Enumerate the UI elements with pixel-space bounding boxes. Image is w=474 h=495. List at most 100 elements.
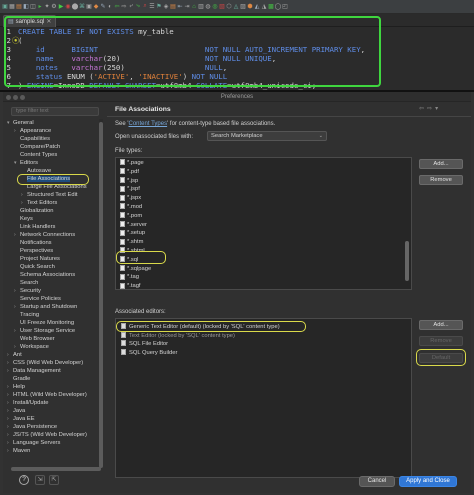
editor-item[interactable]: Text Editor (locked by 'SQL' content typ… xyxy=(121,331,235,340)
toolbar-icon[interactable]: ◎ xyxy=(212,3,218,11)
content-types-link[interactable]: Content Types xyxy=(129,121,168,127)
toolbar-icon[interactable]: ◧ xyxy=(23,3,29,11)
toolbar-icon[interactable]: ⚑ xyxy=(156,3,162,11)
file-type-item[interactable]: *.setup xyxy=(120,229,145,237)
add-file-type-button[interactable]: Add... xyxy=(419,159,463,169)
tree-item[interactable]: › Language Servers xyxy=(7,439,99,447)
tree-item[interactable]: › Appearance xyxy=(7,127,99,135)
toolbar-icon[interactable]: ⌘ xyxy=(79,3,85,11)
file-type-item[interactable]: *.pom xyxy=(120,212,142,220)
tree-item[interactable]: Globalization xyxy=(7,207,99,215)
file-type-item[interactable]: *.shtm xyxy=(120,238,143,246)
tree-item[interactable]: › Java EE xyxy=(7,415,99,423)
tree-hscrollbar[interactable] xyxy=(11,467,101,471)
cancel-button[interactable]: Cancel xyxy=(359,476,395,487)
tree-item[interactable]: ▾ Editors xyxy=(7,159,99,167)
filter-input[interactable]: type filter text xyxy=(11,107,99,116)
tree-item[interactable]: › Network Connections xyxy=(7,231,99,239)
close-window-button[interactable] xyxy=(6,95,11,100)
tree-scrollbar-thumb[interactable] xyxy=(99,122,103,468)
tree-item[interactable]: › JS/TS (Wild Web Developer) xyxy=(7,431,99,439)
toolbar-icon[interactable]: ▣ xyxy=(2,3,8,11)
tree-item[interactable]: UI Freeze Monitoring xyxy=(7,319,99,327)
tree-item[interactable]: › Maven xyxy=(7,447,99,455)
tree-item[interactable]: › Startup and Shutdown xyxy=(7,303,99,311)
tree-item[interactable]: › Structured Text Edit xyxy=(7,191,99,199)
file-type-item[interactable]: *.mod xyxy=(120,203,142,211)
add-editor-button[interactable]: Add... xyxy=(419,320,463,330)
tree-item[interactable]: Web Browser xyxy=(7,335,99,343)
tree-item[interactable]: Compare/Patch xyxy=(7,143,99,151)
file-type-item[interactable]: *.tag xyxy=(120,273,139,281)
toolbar-icon[interactable]: ⚙ xyxy=(51,3,57,11)
toolbar-icon[interactable]: ⇤ xyxy=(177,3,183,11)
toolbar-icon[interactable]: ◯ xyxy=(275,3,282,11)
export-icon[interactable]: ⇱ xyxy=(49,475,59,485)
toolbar-icon[interactable]: ▤ xyxy=(16,3,22,11)
toolbar-icon[interactable]: ⬢ xyxy=(247,3,253,11)
toolbar-icon[interactable]: ◬ xyxy=(233,3,239,11)
tree-item[interactable]: › Java xyxy=(7,407,99,415)
associated-editors-list[interactable]: Generic Text Editor (default) (locked by… xyxy=(115,318,412,478)
toolbar-icon[interactable]: ▨ xyxy=(240,3,246,11)
file-type-item[interactable]: *.page xyxy=(120,159,144,167)
toolbar-icon[interactable]: ⬡ xyxy=(226,3,232,11)
file-type-item[interactable]: *.sqlpage xyxy=(120,265,151,273)
tree-item[interactable]: › Java Persistence xyxy=(7,423,99,431)
toolbar-icon[interactable]: ⤶ xyxy=(128,3,134,11)
minimize-window-button[interactable] xyxy=(13,95,18,100)
zoom-window-button[interactable] xyxy=(20,95,25,100)
toolbar-icon[interactable]: ◭ xyxy=(254,3,260,11)
help-icon[interactable]: ? xyxy=(19,475,29,485)
toolbar-icon[interactable]: ▣ xyxy=(86,3,92,11)
toolbar-icon[interactable]: ◫ xyxy=(30,3,36,11)
tree-item[interactable]: Keys xyxy=(7,215,99,223)
tree-item[interactable]: › Help xyxy=(7,383,99,391)
tree-item[interactable]: › User Storage Service xyxy=(7,327,99,335)
file-types-scrollbar[interactable] xyxy=(405,241,409,281)
tree-item[interactable]: Tracing xyxy=(7,311,99,319)
tree-item[interactable]: Gradle xyxy=(7,375,99,383)
toolbar-icon[interactable]: ▧ xyxy=(219,3,225,11)
editor-item[interactable]: SQL File Editor xyxy=(121,340,168,348)
tree-item[interactable]: › Workspace xyxy=(7,343,99,351)
toolbar-icon[interactable]: ☰ xyxy=(149,3,155,11)
tree-item[interactable]: › Text Editors xyxy=(7,199,99,207)
file-types-list[interactable]: *.page *.pdf *.jsp *.jspf *.jspx *.mod *.pom *.… xyxy=(115,157,412,290)
toolbar-icon[interactable]: ◆ xyxy=(93,3,99,11)
file-type-item[interactable]: *.pdf xyxy=(120,168,139,176)
toolbar-icon[interactable]: ⇨ xyxy=(121,3,127,11)
toolbar-icon[interactable]: ▶ xyxy=(58,3,64,11)
tree-item[interactable]: Capabilities xyxy=(7,135,99,143)
toolbar-icon[interactable]: ▩ xyxy=(268,3,274,11)
toolbar-icon[interactable]: ⬤ xyxy=(72,3,79,11)
toolbar-icon[interactable]: ◐ xyxy=(107,3,113,11)
tree-item[interactable]: Project Natures xyxy=(7,255,99,263)
toolbar-icon[interactable]: ▥ xyxy=(198,3,204,11)
file-type-item[interactable]: *.server xyxy=(120,221,147,229)
file-type-item[interactable]: *.jspx xyxy=(120,194,141,202)
toolbar-icon[interactable]: ✎ xyxy=(100,3,106,11)
toolbar-icon[interactable]: ▦ xyxy=(9,3,15,11)
file-type-item[interactable]: *.jsp xyxy=(120,177,138,185)
tree-item[interactable]: › Install/Update xyxy=(7,399,99,407)
tree-item[interactable]: Schema Associations xyxy=(7,271,99,279)
apply-and-close-button[interactable]: Apply and Close xyxy=(399,476,457,487)
toolbar-icon[interactable]: ▸ xyxy=(37,3,43,11)
toolbar-icon[interactable]: ◉ xyxy=(65,3,71,11)
menu-chevron-icon[interactable]: ▾ xyxy=(435,105,438,112)
toolbar-icon[interactable]: ◮ xyxy=(261,3,267,11)
remove-editor-button[interactable]: Remove xyxy=(419,336,463,346)
toolbar-icon[interactable]: ◍ xyxy=(205,3,211,11)
tree-item[interactable]: › Security xyxy=(7,287,99,295)
file-type-item[interactable]: *.jspf xyxy=(120,185,140,193)
import-icon[interactable]: ⇲ xyxy=(35,475,45,485)
tree-item[interactable]: Perspectives xyxy=(7,247,99,255)
file-type-item[interactable]: *.tagf xyxy=(120,282,141,289)
toolbar-icon[interactable]: ⤷ xyxy=(135,3,141,11)
forward-icon[interactable]: ⇨ xyxy=(427,105,432,112)
tree-item[interactable]: › Ant xyxy=(7,351,99,359)
toolbar-icon[interactable]: ⇥ xyxy=(184,3,190,11)
tree-item[interactable]: Notifications xyxy=(7,239,99,247)
remove-file-type-button[interactable]: Remove xyxy=(419,175,463,185)
